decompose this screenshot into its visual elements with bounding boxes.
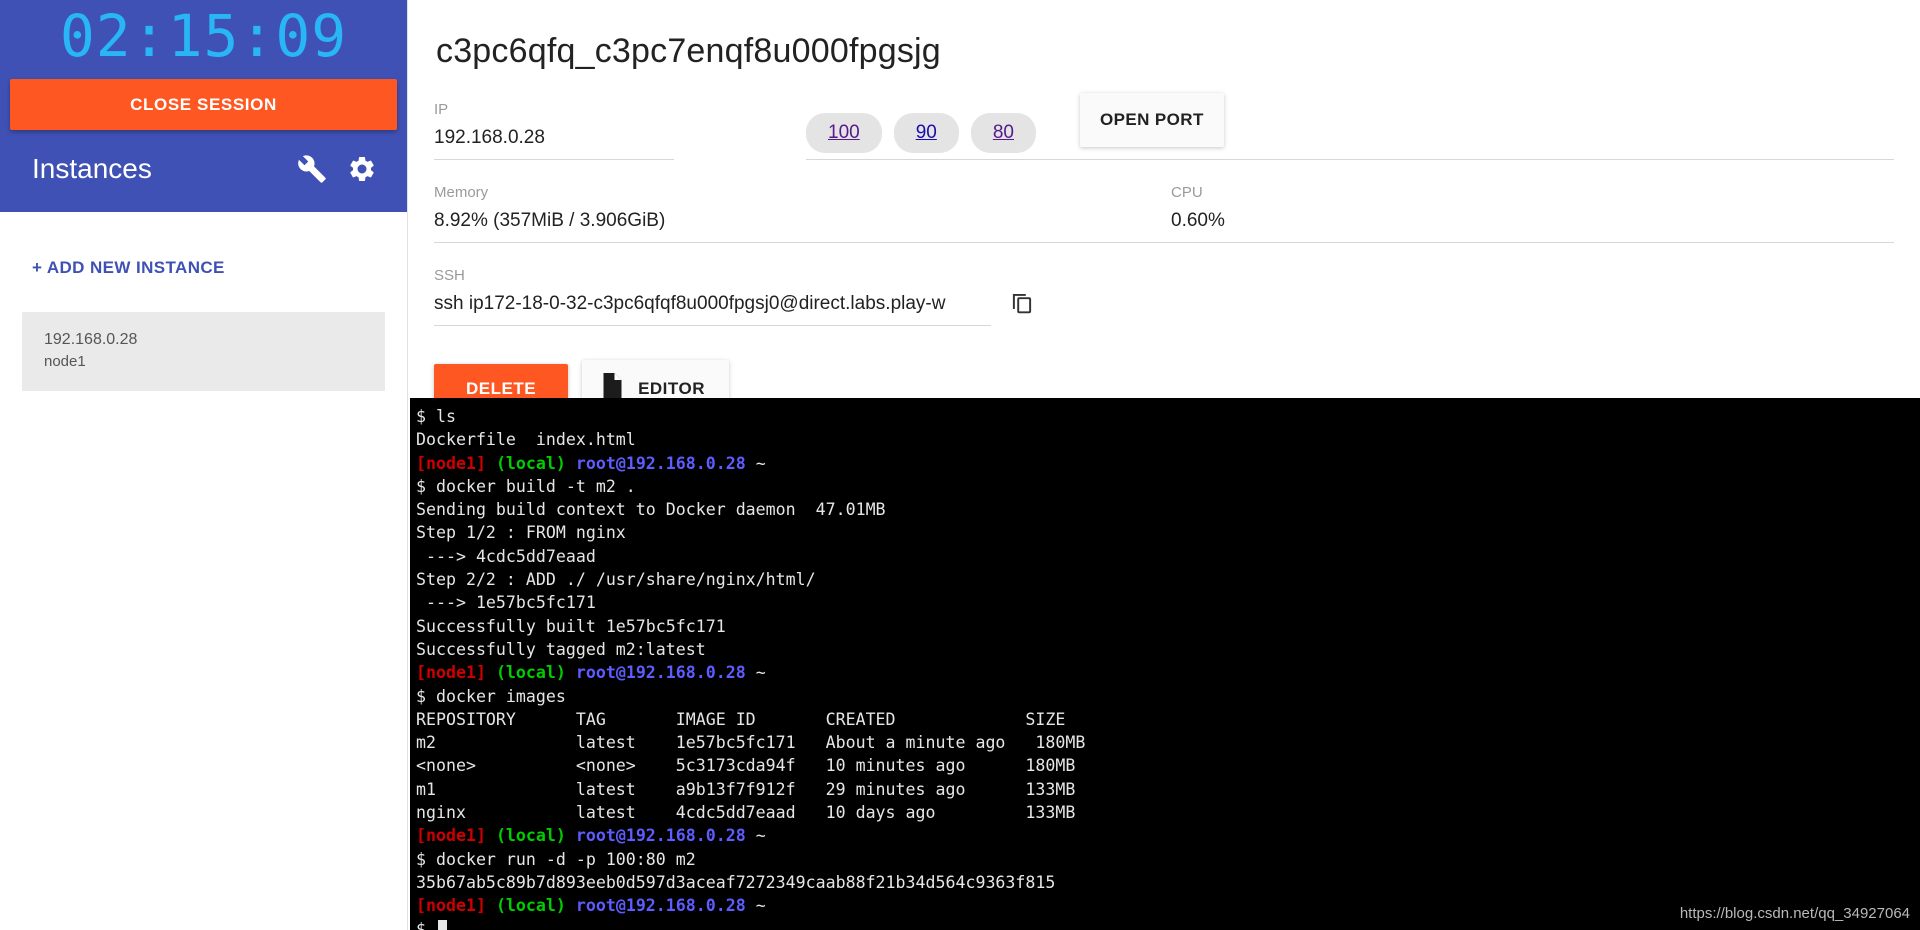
ssh-row: SSH ssh ip172-18-0-32-c3pc6qfqf8u000fpgs…: [434, 267, 1894, 326]
prompt-path: ~: [745, 453, 766, 473]
instance-list: 192.168.0.28 node1: [0, 278, 407, 391]
port-chip-90[interactable]: 90: [893, 113, 959, 153]
ip-and-ports-row: IP 192.168.0.28 OPEN PORT 100 90 80: [434, 93, 1894, 160]
port-chip-100[interactable]: 100: [806, 113, 882, 153]
sidebar: 02:15:09 CLOSE SESSION Instances + ADD N…: [0, 0, 407, 930]
session-timer: 02:15:09: [59, 2, 348, 70]
ssh-field: SSH ssh ip172-18-0-32-c3pc6qfqf8u000fpgs…: [434, 267, 991, 326]
terminal-prompt-line: [node1] (local) root@192.168.0.28 ~: [416, 824, 1920, 847]
terminal-prompt-line: [node1] (local) root@192.168.0.28 ~: [416, 894, 1920, 917]
terminal-output-line: Sending build context to Docker daemon 4…: [416, 500, 886, 520]
copy-icon[interactable]: [1009, 289, 1035, 320]
gear-icon[interactable]: [345, 152, 379, 186]
add-new-instance-button[interactable]: + ADD NEW INSTANCE: [0, 212, 407, 278]
close-session-wrap: CLOSE SESSION: [0, 78, 407, 130]
terminal-command-line: $ ls: [416, 407, 456, 426]
ip-label: IP: [434, 101, 449, 118]
terminal-input-line[interactable]: $: [416, 918, 1920, 930]
terminal-console[interactable]: $ ls Dockerfile index.html [node1] (local)…: [410, 398, 1920, 930]
prompt-host: [node1]: [416, 453, 486, 473]
prompt-local: (local): [495, 826, 566, 846]
terminal-output-line: nginx latest 4cdc5dd7eaad 10 days ago 13…: [416, 803, 1076, 823]
instance-name: node1: [44, 353, 86, 371]
prompt-path: ~: [745, 826, 766, 846]
stats-row: Memory 8.92% (357MiB / 3.906GiB) CPU 0.6…: [434, 184, 1894, 243]
instance-details: c3pc6qfq_c3pc7enqf8u000fpgsjg IP 192.168…: [408, 0, 1920, 431]
ports-underline: 100 90 80: [806, 113, 1894, 160]
wrench-icon[interactable]: [295, 152, 329, 186]
terminal-output-line: <none> <none> 5c3173cda94f 10 minutes ag…: [416, 756, 1076, 776]
ssh-value[interactable]: ssh ip172-18-0-32-c3pc6qfqf8u000fpgsj0@d…: [434, 293, 991, 326]
page-title: c3pc6qfq_c3pc7enqf8u000fpgsjg: [436, 32, 941, 70]
ip-field: IP 192.168.0.28: [434, 101, 674, 160]
close-session-button[interactable]: CLOSE SESSION: [10, 78, 397, 130]
terminal-command-line: $ docker images: [416, 686, 566, 706]
prompt-path: ~: [745, 896, 766, 916]
prompt-host: [node1]: [416, 663, 486, 683]
terminal-output-line: ---> 4cdc5dd7eaad: [416, 546, 596, 566]
terminal-output-line: REPOSITORY TAG IMAGE ID CREATED SIZE: [416, 709, 1066, 729]
port-chip-80[interactable]: 80: [970, 113, 1036, 153]
terminal-output-line: m1 latest a9b13f7f912f 29 minutes ago 13…: [416, 779, 1076, 799]
terminal-output-line: Step 1/2 : FROM nginx: [416, 523, 626, 543]
prompt-user: root@192.168.0.28: [575, 826, 746, 846]
port-chip-list: 100 90 80: [806, 113, 1894, 153]
ip-value: 192.168.0.28: [434, 127, 674, 160]
terminal-prompt-line: [node1] (local) root@192.168.0.28 ~: [416, 452, 1920, 475]
terminal-output-line: Successfully tagged m2:latest: [416, 639, 706, 659]
terminal-output-line: Step 2/2 : ADD ./ /usr/share/nginx/html/: [416, 570, 816, 590]
terminal-output-line: ---> 1e57bc5fc171: [416, 593, 596, 613]
prompt-local: (local): [495, 896, 566, 916]
editor-label: EDITOR: [638, 378, 705, 398]
prompt-user: root@192.168.0.28: [575, 896, 746, 916]
terminal-command-line: $ docker build -t m2 .: [416, 476, 636, 496]
prompt-local: (local): [495, 453, 566, 473]
app-root: 02:15:09 CLOSE SESSION Instances + ADD N…: [0, 0, 1920, 930]
instance-card-node1[interactable]: 192.168.0.28 node1: [22, 311, 385, 391]
prompt-host: [node1]: [416, 826, 486, 846]
instances-bar: Instances: [0, 130, 407, 212]
prompt-user: root@192.168.0.28: [575, 663, 746, 683]
terminal-output-line: Dockerfile index.html: [416, 430, 636, 450]
ports-field: OPEN PORT 100 90 80: [806, 93, 1894, 160]
cpu-value: 0.60%: [1171, 210, 1894, 243]
instance-ip: 192.168.0.28: [44, 330, 138, 348]
cpu-field: CPU 0.60%: [1171, 184, 1894, 243]
prompt-user: root@192.168.0.28: [575, 453, 746, 473]
open-port-button[interactable]: OPEN PORT: [1080, 93, 1224, 147]
memory-value: 8.92% (357MiB / 3.906GiB): [434, 210, 1171, 243]
terminal-cursor: [437, 919, 447, 930]
terminal-output-line: m2 latest 1e57bc5fc171 About a minute ag…: [416, 733, 1086, 753]
prompt-path: ~: [745, 663, 766, 683]
memory-field: Memory 8.92% (357MiB / 3.906GiB): [434, 184, 1171, 243]
terminal-output-line: Successfully built 1e57bc5fc171: [416, 616, 726, 636]
instances-heading: Instances: [32, 152, 152, 184]
memory-label: Memory: [434, 184, 489, 201]
ssh-label: SSH: [434, 267, 465, 284]
main-panel: c3pc6qfq_c3pc7enqf8u000fpgsjg IP 192.168…: [407, 0, 1920, 930]
terminal-output-line: 35b67ab5c89b7d893eeb0d597d3aceaf7272349c…: [416, 872, 1056, 892]
terminal-prompt-line: [node1] (local) root@192.168.0.28 ~: [416, 661, 1920, 684]
cpu-label: CPU: [1171, 184, 1203, 201]
sidebar-header: 02:15:09 CLOSE SESSION Instances: [0, 0, 407, 212]
terminal-command-line: $ docker run -d -p 100:80 m2: [416, 849, 696, 869]
prompt-local: (local): [495, 663, 566, 683]
prompt-host: [node1]: [416, 896, 486, 916]
